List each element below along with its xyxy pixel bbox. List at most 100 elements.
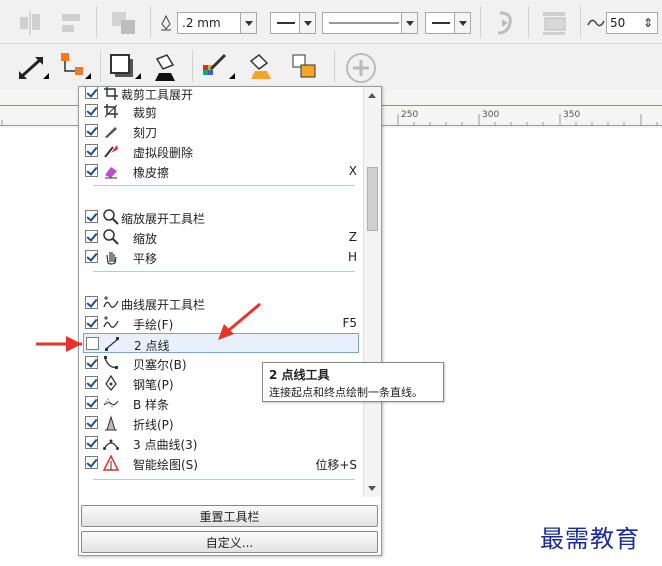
reset-toolbar-button[interactable]: 重置工具栏 bbox=[81, 505, 378, 527]
tool-label: 智能绘图(S) bbox=[133, 458, 198, 472]
tool-list-item[interactable]: 虚拟段删除 bbox=[83, 141, 359, 161]
b-spline-icon bbox=[103, 395, 119, 411]
eraser-icon bbox=[103, 163, 119, 179]
color-eyedropper-icon[interactable] bbox=[200, 50, 236, 84]
tool-checkbox[interactable] bbox=[85, 250, 98, 263]
polyline-icon bbox=[103, 415, 119, 431]
tool-checkbox[interactable] bbox=[85, 164, 98, 177]
tool-list-item[interactable]: 折线(P) bbox=[83, 413, 359, 433]
property-bar: .2 mm 50 ⇕ bbox=[0, 0, 662, 44]
tool-list-item[interactable]: 刻刀 bbox=[83, 121, 359, 141]
line-style-select[interactable] bbox=[322, 12, 418, 34]
miter-value: 50 bbox=[610, 16, 626, 30]
start-arrow-icon bbox=[277, 22, 295, 24]
transform-icon[interactable] bbox=[108, 8, 140, 38]
miter-input[interactable]: 50 ⇕ bbox=[606, 12, 658, 34]
smart-fill-icon[interactable] bbox=[288, 50, 324, 84]
tool-list-item[interactable]: 缩放 Z bbox=[83, 227, 359, 247]
chevron-down-icon[interactable] bbox=[401, 13, 417, 33]
scroll-down-icon[interactable] bbox=[368, 486, 376, 491]
smart-drawing-icon bbox=[102, 454, 120, 471]
chevron-down-icon[interactable] bbox=[454, 13, 470, 33]
tool-checkbox[interactable] bbox=[85, 356, 98, 369]
connector-icon[interactable] bbox=[56, 50, 92, 84]
add-icon[interactable] bbox=[344, 52, 378, 84]
tool-checkbox[interactable] bbox=[85, 436, 98, 449]
tool-shortcut: X bbox=[348, 164, 357, 178]
end-arrow-select[interactable] bbox=[425, 12, 471, 34]
tool-checkbox[interactable] bbox=[85, 416, 98, 429]
freehand-icon bbox=[103, 315, 119, 331]
tool-label: 缩放展开工具栏 bbox=[121, 212, 206, 226]
tool-label: 曲线展开工具栏 bbox=[121, 298, 206, 312]
tool-checkbox[interactable] bbox=[85, 230, 98, 243]
ruler-label: 250 bbox=[401, 110, 419, 120]
line-style-icon bbox=[329, 22, 399, 24]
miter-icon bbox=[587, 14, 605, 32]
toolbar-separator bbox=[580, 6, 581, 38]
chevron-down-icon[interactable] bbox=[240, 13, 256, 33]
tool-checkbox[interactable] bbox=[85, 124, 98, 137]
fill-icon[interactable] bbox=[148, 50, 184, 84]
tool-checkbox[interactable] bbox=[85, 210, 98, 223]
customize-button[interactable]: 自定义... bbox=[81, 531, 378, 553]
zoom-icon bbox=[103, 229, 119, 245]
curve-flyout-icon bbox=[103, 295, 119, 311]
chevron-down-icon[interactable] bbox=[299, 13, 315, 33]
tool-checkbox[interactable] bbox=[85, 316, 98, 329]
tool-checkbox[interactable] bbox=[85, 456, 98, 469]
stepper-icon[interactable]: ⇕ bbox=[641, 14, 655, 32]
tool-checkbox[interactable] bbox=[86, 337, 99, 350]
attribute-eyedropper-icon[interactable] bbox=[244, 50, 280, 84]
tool-list: 裁剪工具展开 裁剪 刻刀 虚拟段删除 橡皮擦 X 缩放展开工具栏 缩放 Z 平移 H 曲线展开工具栏手… bbox=[79, 87, 362, 497]
tool-label: 3 点曲线(3) bbox=[133, 438, 198, 452]
tool-shortcut: F5 bbox=[342, 316, 357, 330]
tool-checkbox[interactable] bbox=[85, 87, 98, 99]
toolbar-separator bbox=[150, 6, 151, 38]
tool-checkbox[interactable] bbox=[85, 104, 98, 117]
tool-list-item[interactable]: 智能绘图(S) 位移+S bbox=[83, 453, 359, 473]
align-icon[interactable] bbox=[16, 10, 46, 36]
tool-list-item[interactable]: 缩放展开工具栏 bbox=[83, 207, 359, 227]
tooltip-description: 连接起点和终点绘制一条直线。 bbox=[269, 386, 423, 399]
dimension-icon[interactable] bbox=[14, 52, 50, 84]
tool-label: 钢笔(P) bbox=[133, 378, 174, 392]
order-icon[interactable] bbox=[538, 8, 572, 38]
tool-label: 缩放 bbox=[133, 232, 158, 246]
tool-list-item[interactable]: 裁剪 bbox=[83, 101, 359, 121]
scrollbar[interactable] bbox=[363, 87, 381, 497]
tool-shortcut: H bbox=[347, 250, 357, 264]
ruler-label: 300 bbox=[482, 110, 500, 120]
tool-checkbox[interactable] bbox=[85, 396, 98, 409]
bezier-icon bbox=[103, 355, 119, 371]
toolbar-separator bbox=[528, 6, 529, 38]
tool-label: 手绘(F) bbox=[133, 318, 174, 332]
annotation-arrow-right-icon bbox=[218, 302, 261, 340]
drop-shadow-icon[interactable] bbox=[106, 50, 142, 84]
toolbar-separator bbox=[334, 50, 335, 82]
ruler-label: 350 bbox=[563, 110, 581, 120]
scroll-thumb[interactable] bbox=[367, 167, 378, 231]
tool-list-item[interactable]: 平移 H bbox=[83, 247, 359, 267]
knife-icon bbox=[103, 123, 119, 139]
zoom-icon bbox=[103, 209, 119, 225]
end-arrow-icon bbox=[432, 22, 450, 24]
outline-width-select[interactable]: .2 mm bbox=[177, 12, 257, 34]
tool-label: 平移 bbox=[133, 252, 158, 266]
three-point-curve-icon bbox=[103, 435, 119, 451]
tool-checkbox[interactable] bbox=[85, 376, 98, 389]
wrap-text-icon[interactable] bbox=[490, 8, 520, 38]
group-divider bbox=[93, 271, 355, 272]
tool-label: 贝塞尔(B) bbox=[133, 358, 187, 372]
tool-checkbox[interactable] bbox=[85, 296, 98, 309]
outline-width-value: .2 mm bbox=[182, 16, 221, 30]
tool-shortcut: Z bbox=[348, 230, 357, 244]
tool-list-item[interactable]: 3 点曲线(3) bbox=[83, 433, 359, 453]
tool-checkbox[interactable] bbox=[85, 144, 98, 157]
scroll-up-icon[interactable] bbox=[368, 93, 376, 98]
start-arrow-select[interactable] bbox=[270, 12, 316, 34]
distribute-icon[interactable] bbox=[56, 10, 86, 36]
group-divider bbox=[93, 185, 355, 186]
toolbar-separator bbox=[480, 6, 481, 38]
tool-list-item[interactable]: 橡皮擦 X bbox=[83, 161, 359, 181]
